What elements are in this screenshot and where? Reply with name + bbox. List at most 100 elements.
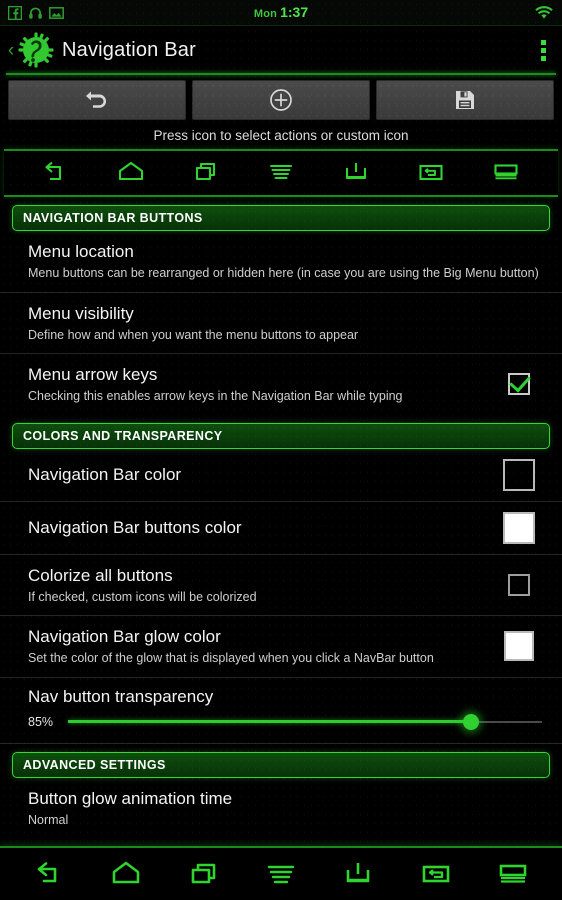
list-item-subtitle: Menu buttons can be rearranged or hidden…	[28, 266, 539, 281]
back-arrow-icon	[29, 857, 69, 891]
section-header-navigation-bar-buttons: NAVIGATION BAR BUTTONS	[12, 205, 550, 231]
image-icon	[49, 6, 64, 20]
recents-icon	[189, 158, 223, 188]
navigation-bar-color-swatch[interactable]	[503, 458, 535, 491]
title-bar: ‹ Navigation Bar	[0, 26, 562, 75]
bottom-navigation-bar	[0, 846, 562, 900]
list-item-navigation-bar-buttons-color[interactable]: Navigation Bar buttons color	[0, 502, 562, 555]
navbar-ime-switcher-button[interactable]	[410, 857, 462, 891]
list-item-subtitle: If checked, custom icons will be coloriz…	[28, 589, 257, 604]
slider-fill	[68, 720, 471, 724]
list-item-navigation-bar-color[interactable]: Navigation Bar color	[0, 449, 562, 502]
colorize-all-buttons-checkbox[interactable]	[508, 573, 530, 596]
navbar-recents-button[interactable]	[178, 857, 230, 891]
nav-preview-slot-keyboard-hide[interactable]	[333, 158, 379, 188]
nav-preview-slot-back[interactable]	[33, 158, 79, 188]
list-item-menu-location[interactable]: Menu location Menu buttons can be rearra…	[0, 231, 562, 293]
overflow-dot	[541, 55, 546, 61]
menu-lines-icon	[261, 857, 301, 891]
list-item-control	[496, 458, 542, 491]
plus-circle-icon	[269, 88, 293, 112]
list-item-menu-visibility[interactable]: Menu visibility Define how and when you …	[0, 293, 562, 354]
list-item-subtitle: Define how and when you want the menu bu…	[28, 327, 359, 342]
list-item-title: Nav button transparency	[28, 686, 214, 706]
page-title: Navigation Bar	[62, 38, 196, 61]
navbar-keyboard-hide-button[interactable]	[332, 857, 384, 891]
section-header-colors-and-transparency: COLORS AND TRANSPARENCY	[12, 422, 550, 449]
status-bar-day: Mon	[253, 7, 278, 20]
menu-arrow-keys-checkbox[interactable]	[508, 373, 530, 396]
transparency-value-label: 85%	[28, 714, 54, 729]
settings-list: NAVIGATION BAR BUTTONS Menu location Men…	[0, 205, 562, 838]
home-icon	[106, 857, 146, 891]
gear-app-icon[interactable]	[18, 32, 54, 68]
ime-switcher-icon	[414, 158, 448, 188]
nav-button-preview-strip	[4, 149, 558, 197]
list-item-title: Menu arrow keys	[28, 365, 158, 384]
wifi-icon	[534, 5, 554, 20]
nav-preview-slot-home[interactable]	[108, 158, 154, 188]
title-divider	[6, 73, 556, 75]
save-button[interactable]	[376, 80, 554, 120]
overflow-dot	[541, 39, 546, 45]
undo-arrow-icon	[84, 89, 110, 111]
navbar-home-button[interactable]	[100, 857, 152, 891]
navbar-back-button[interactable]	[23, 857, 75, 891]
list-item-nav-button-transparency[interactable]: Nav button transparency 85%	[0, 678, 562, 744]
nav-preview-slot-recents[interactable]	[183, 158, 229, 188]
app-content: Mon 1:37 ‹ Navigation Bar Press icon to …	[0, 0, 562, 846]
navbar-menu-button[interactable]	[255, 857, 307, 891]
headphones-icon	[28, 6, 43, 20]
slider-thumb[interactable]	[462, 713, 479, 730]
list-item-title: Colorize all buttons	[28, 565, 173, 585]
status-bar-system-icons	[534, 5, 554, 20]
status-bar-clock: Mon 1:37	[0, 4, 562, 22]
list-item-navigation-bar-glow-color[interactable]: Navigation Bar glow color Set the color …	[0, 616, 562, 678]
list-item-colorize-all-buttons[interactable]: Colorize all buttons If checked, custom …	[0, 555, 562, 616]
nav-preview-slot-expand-desktop[interactable]	[483, 158, 529, 188]
nav-preview-slot-menu[interactable]	[258, 158, 304, 188]
recents-icon	[184, 857, 224, 891]
section-header-advanced-settings: ADVANCED SETTINGS	[12, 751, 550, 778]
navbar-expand-desktop-button[interactable]	[487, 857, 539, 891]
back-arrow-icon	[39, 158, 73, 188]
overflow-dot	[541, 47, 546, 53]
list-item-control	[496, 631, 542, 662]
list-item-title: Navigation Bar color	[28, 464, 182, 484]
revert-button[interactable]	[8, 80, 186, 120]
add-button[interactable]	[192, 80, 370, 120]
keyboard-hide-icon	[339, 158, 373, 188]
list-item-button-glow-animation-time[interactable]: Button glow animation time Normal	[0, 778, 562, 839]
home-icon	[114, 158, 148, 188]
status-bar-notifications	[7, 5, 64, 20]
status-bar: Mon 1:37	[0, 0, 562, 26]
list-item-subtitle: Checking this enables arrow keys in the …	[28, 389, 403, 404]
back-button[interactable]: ‹	[4, 41, 18, 60]
floppy-disk-icon	[454, 89, 476, 111]
list-item-control	[496, 573, 542, 596]
status-bar-time: 1:37	[280, 3, 309, 20]
list-item-menu-arrow-keys[interactable]: Menu arrow keys Checking this enables ar…	[0, 354, 562, 415]
list-item-control	[496, 511, 542, 544]
list-item-control	[496, 373, 542, 396]
list-item-subtitle: Set the color of the glow that is displa…	[28, 651, 434, 666]
navigation-bar-glow-color-swatch[interactable]	[504, 631, 534, 662]
list-item-title: Menu location	[28, 242, 134, 261]
expand-desktop-icon	[489, 158, 523, 188]
toolbar: Press icon to select actions or custom i…	[0, 74, 562, 149]
menu-lines-icon	[264, 158, 298, 188]
overflow-menu-button[interactable]	[535, 36, 552, 65]
list-item-title: Navigation Bar buttons color	[28, 517, 242, 537]
toolbar-buttons	[8, 80, 554, 120]
toolbar-hint: Press icon to select actions or custom i…	[153, 128, 409, 143]
list-item-title: Navigation Bar glow color	[28, 627, 221, 646]
transparency-slider[interactable]	[68, 713, 542, 730]
list-item-title: Button glow animation time	[28, 788, 233, 808]
nav-preview-slot-ime-switcher[interactable]	[408, 158, 454, 188]
list-item-title: Menu visibility	[28, 303, 134, 323]
facebook-icon	[7, 5, 23, 20]
ime-switcher-icon	[416, 857, 456, 891]
expand-desktop-icon	[493, 857, 533, 891]
list-item-subtitle: Normal	[28, 813, 69, 827]
navigation-bar-buttons-color-swatch[interactable]	[503, 511, 535, 544]
